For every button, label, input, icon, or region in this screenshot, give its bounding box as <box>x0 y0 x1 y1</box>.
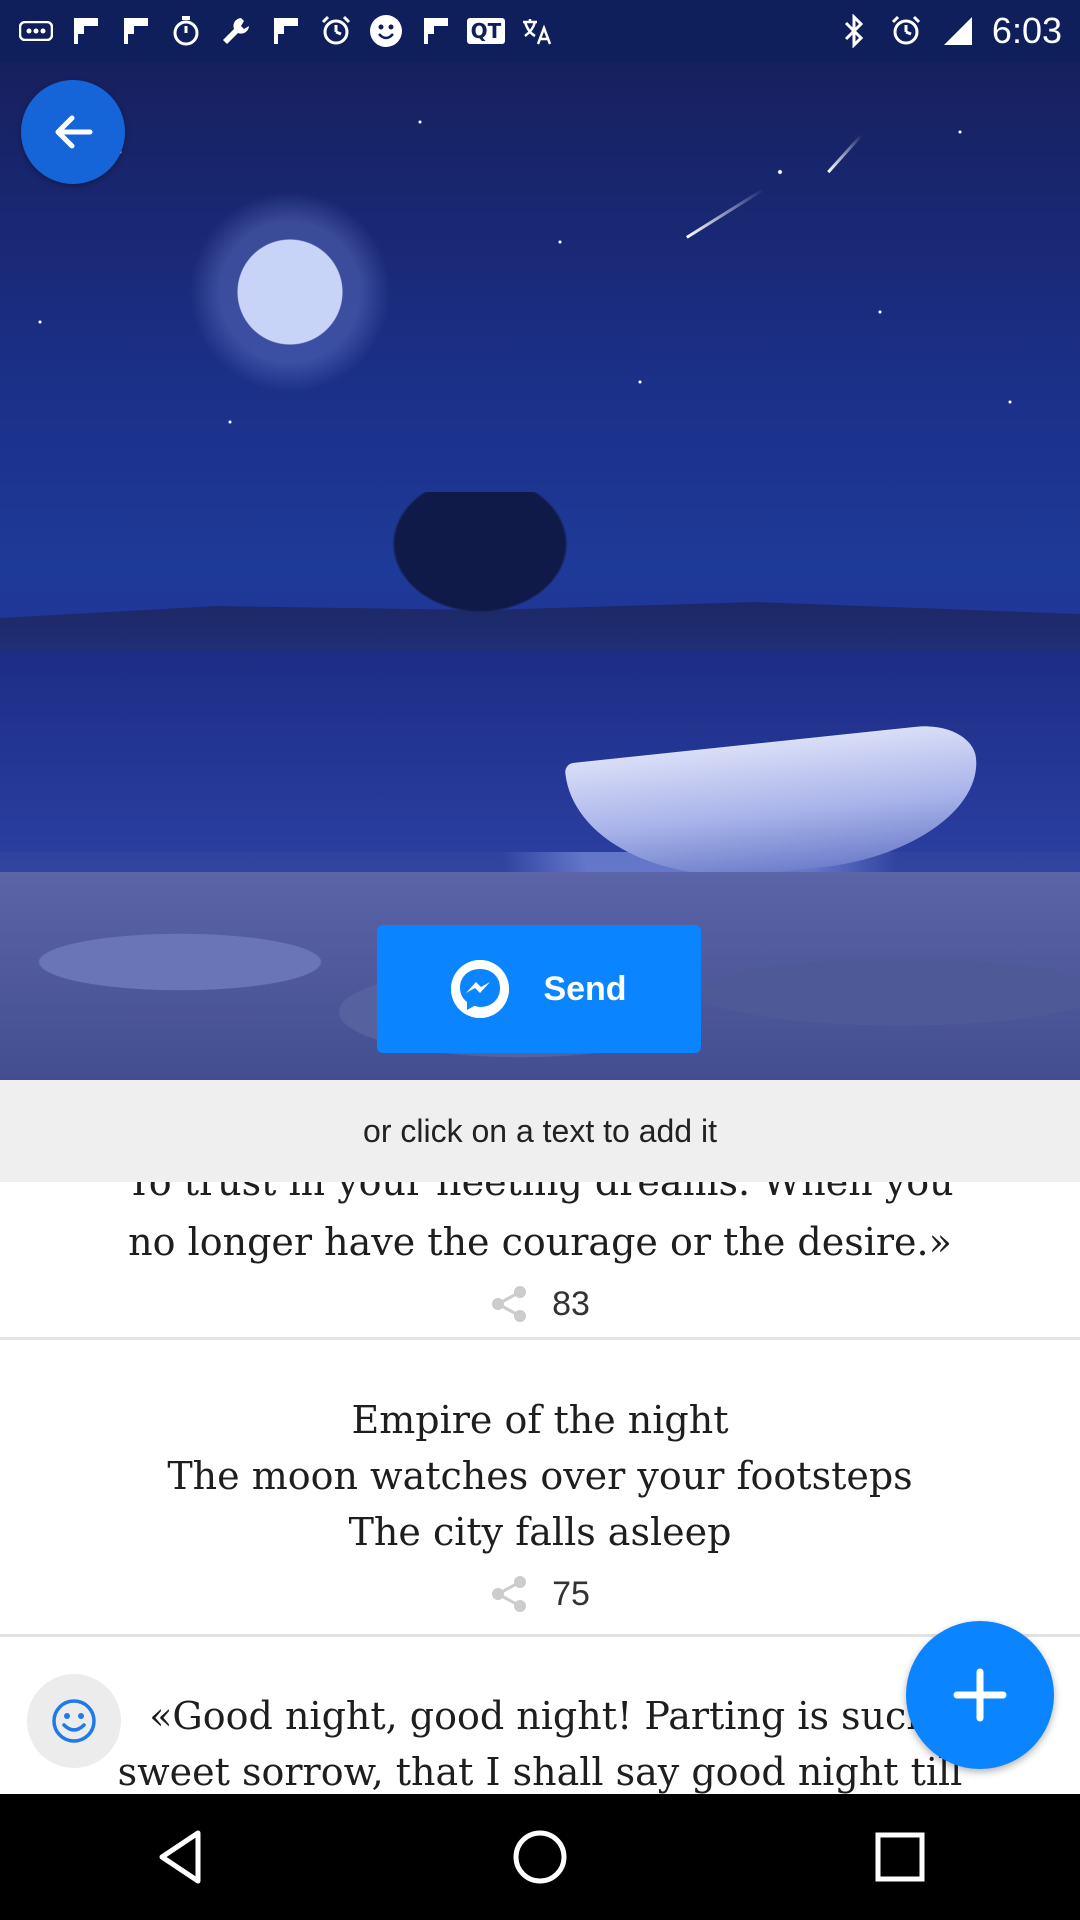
flipboard-icon <box>268 14 304 48</box>
share-icon <box>492 1286 527 1322</box>
qt-icon: QT <box>466 14 506 48</box>
back-button[interactable] <box>21 80 125 184</box>
circle-home-icon <box>513 1830 567 1884</box>
share-icon <box>492 1576 527 1612</box>
nav-back-button[interactable] <box>135 1812 225 1902</box>
quote-line: The city falls asleep <box>348 1510 732 1554</box>
quote-text-partial: To trust in your fleeting dreams. When y… <box>0 1182 1080 1210</box>
quote-line: no longer have the courage or the desire… <box>128 1220 952 1264</box>
hint-bar: or click on a text to add it <box>0 1080 1080 1183</box>
plus-icon <box>953 1668 1007 1722</box>
stopwatch-icon <box>168 14 204 48</box>
flipboard-icon <box>68 14 104 48</box>
quote-item[interactable]: To trust in your fleeting dreams. When y… <box>0 1182 1080 1324</box>
quote-line: Empire of the night <box>351 1398 729 1442</box>
qt-label: QT <box>466 18 506 44</box>
quote-line: The moon watches over your footsteps <box>167 1454 913 1498</box>
system-icons: 6:03 <box>836 10 1062 52</box>
emoji-button[interactable] <box>27 1674 121 1768</box>
flipboard-icon <box>418 14 454 48</box>
send-label: Send <box>543 969 627 1008</box>
square-recents-icon <box>875 1832 925 1882</box>
wrench-icon <box>218 14 254 48</box>
smiley-icon <box>52 1699 96 1743</box>
flipboard-icon <box>118 14 154 48</box>
notification-icons: QT <box>18 14 554 48</box>
quote-item[interactable]: Empire of the night The moon watches ove… <box>0 1392 1080 1614</box>
navigation-bar <box>0 1794 1080 1920</box>
tree-silhouette <box>380 492 580 622</box>
more-icon <box>18 14 54 48</box>
signal-icon <box>940 14 976 48</box>
hint-text: or click on a text to add it <box>363 1112 717 1149</box>
nav-recents-button[interactable] <box>855 1812 945 1902</box>
quote-line: sweet sorrow, that I shall say good nigh… <box>117 1750 963 1794</box>
triangle-back-icon <box>159 1830 201 1884</box>
divider <box>0 1634 1080 1637</box>
send-messenger-button[interactable]: Send <box>377 925 701 1053</box>
share-row[interactable]: 75 <box>0 1574 1080 1614</box>
nav-home-button[interactable] <box>495 1812 585 1902</box>
smiley-icon <box>368 14 404 48</box>
add-button[interactable] <box>906 1621 1054 1769</box>
quote-line: To trust in your fleeting dreams. When y… <box>126 1182 954 1204</box>
clock: 6:03 <box>991 10 1062 51</box>
share-row[interactable]: 83 <box>0 1284 1080 1324</box>
translate-icon <box>518 14 554 48</box>
messenger-icon <box>451 960 510 1018</box>
share-count: 75 <box>552 1574 590 1613</box>
bluetooth-icon <box>836 14 872 48</box>
divider <box>0 1337 1080 1340</box>
status-bar: QT 6:03 <box>0 0 1080 62</box>
share-count: 83 <box>552 1284 590 1323</box>
arrow-left-icon <box>55 115 93 149</box>
alarm-icon <box>888 14 924 48</box>
alarm-icon <box>318 14 354 48</box>
